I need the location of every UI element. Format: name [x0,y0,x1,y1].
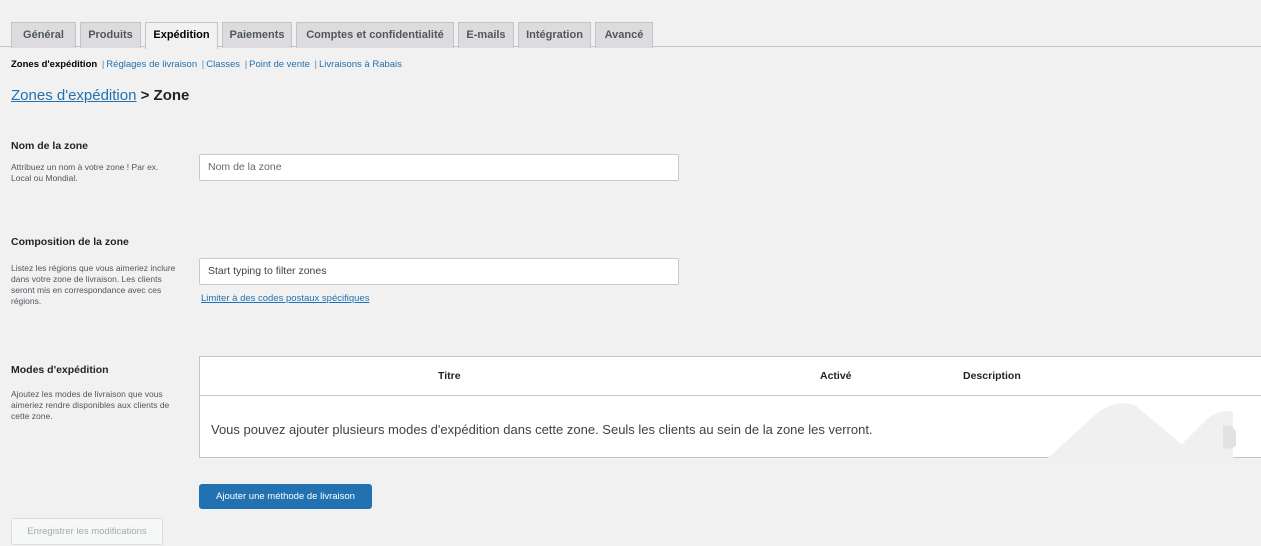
zone-regions-label: Composition de la zone [11,236,129,248]
zone-regions-description: Listez les régions que vous aimeriez inc… [11,263,176,306]
subnav-classes[interactable]: Classes [206,59,240,70]
limit-postcodes-link[interactable]: Limiter à des codes postaux spécifiques [201,293,369,304]
shipping-methods-label: Modes d'expédition [11,364,109,376]
add-shipping-method-button[interactable]: Ajouter une méthode de livraison [199,484,372,509]
zone-name-label: Nom de la zone [11,140,89,152]
shipping-methods-description: Ajoutez les modes de livraison que vous … [11,389,170,421]
zone-name-description: Attribuez un nom à votre zone ! Par ex. … [11,162,159,183]
subnav-shipping-options[interactable]: Réglages de livraison [106,59,197,70]
column-title: Titre [438,370,461,382]
breadcrumb-zones-link[interactable]: Zones d'expédition [11,87,136,104]
settings-tabs: Général Produits Expédition Paiements Co… [0,0,1261,49]
table-header: Titre Activé Description [200,357,1261,396]
column-enabled: Activé [820,370,852,382]
save-changes-button[interactable]: Enregistrer les modifications [11,518,163,545]
tab-integration[interactable]: Intégration [518,22,591,48]
tab-payments[interactable]: Paiements [222,22,292,48]
tab-accounts-privacy[interactable]: Comptes et confidentialité [296,22,454,48]
subnav-point-of-sale[interactable]: Point de vente [249,59,310,70]
shipping-subnav: Zones d'expédition | Réglages de livraiso… [11,59,402,70]
page-title: Zones d'expédition > Zone [11,87,189,104]
tab-general[interactable]: Général [11,22,76,48]
tab-advanced[interactable]: Avancé [595,22,653,48]
breadcrumb-current: > Zone [140,87,190,104]
tab-emails[interactable]: E-mails [458,22,514,48]
subnav-shipping-zones[interactable]: Zones d'expédition [11,59,97,70]
tab-products[interactable]: Produits [80,22,141,48]
column-description: Description [963,370,1021,382]
empty-methods-message: Vous pouvez ajouter plusieurs modes d'ex… [211,422,873,437]
zone-name-input[interactable]: Nom de la zone [199,154,679,181]
shipping-methods-table: Titre Activé Description Vous pouvez ajo… [199,356,1261,458]
zone-regions-input[interactable]: Start typing to filter zones [199,258,679,285]
tab-shipping[interactable]: Expédition [145,22,218,49]
truck-watermark-icon [1018,396,1258,458]
subnav-discount-shipping[interactable]: Livraisons à Rabais [319,59,402,70]
